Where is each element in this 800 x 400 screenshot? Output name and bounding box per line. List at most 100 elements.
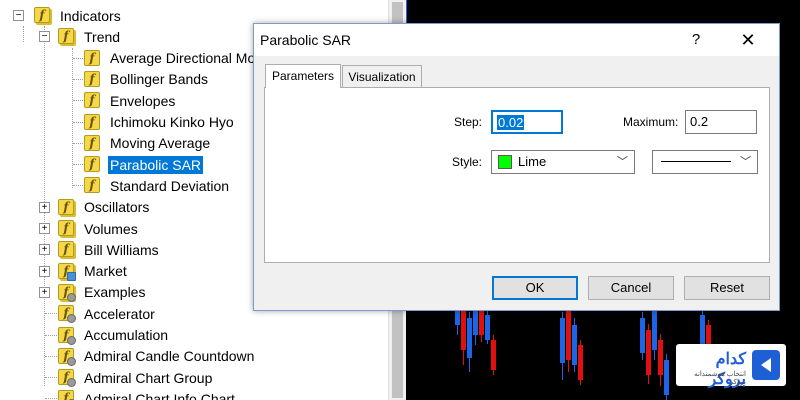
tab-parameters[interactable]: Parameters xyxy=(265,64,341,88)
help-button[interactable]: ? xyxy=(686,30,706,50)
function-icon: f xyxy=(84,113,100,130)
dialog-title: Parabolic SAR xyxy=(260,32,352,48)
tree-item-label: Bollinger Bands xyxy=(110,71,209,88)
tree-connector xyxy=(45,355,57,357)
style-color-select[interactable]: Lime ﹀ xyxy=(491,150,635,174)
candle-body xyxy=(640,318,645,353)
tree-item-custom-indicator[interactable]: f Admiral Chart Group xyxy=(0,367,388,388)
folder-function-icon: f xyxy=(58,241,74,258)
tree-item-label: Admiral Candle Countdown xyxy=(84,348,255,365)
maximum-input[interactable]: 0.2 xyxy=(685,110,757,134)
tree-item-label: Accelerator xyxy=(84,305,155,322)
function-icon: f xyxy=(58,390,76,400)
expand-icon[interactable]: + xyxy=(39,223,50,234)
tree-item-label: Admiral Chart Group xyxy=(84,369,213,386)
function-icon: f xyxy=(58,347,76,366)
candle-body xyxy=(560,318,565,363)
folder-function-icon: f xyxy=(58,283,76,302)
function-icon: f xyxy=(84,134,100,151)
tab-visualization[interactable]: Visualization xyxy=(342,65,422,87)
tree-connector xyxy=(73,142,83,144)
tree-item-label: Oscillators xyxy=(84,199,150,216)
tree-item-label: Market xyxy=(84,263,127,280)
screenshot: − f Indicators − f Trend f Average Directional … xyxy=(0,0,800,400)
tree-item-label: Trend xyxy=(84,28,121,45)
tree-connector xyxy=(73,185,83,187)
candle-body xyxy=(664,360,669,395)
overlay-badge-icon xyxy=(67,335,76,345)
cancel-button[interactable]: Cancel xyxy=(588,276,674,300)
tree-connector xyxy=(73,100,83,102)
function-icon: f xyxy=(84,177,100,194)
tree-item-custom-indicator[interactable]: f Admiral Chart Info Chart xyxy=(0,388,388,400)
candle-body xyxy=(572,325,577,365)
tree-item-custom-indicator[interactable]: f Admiral Candle Countdown xyxy=(0,346,388,367)
chevron-down-icon: ﹀ xyxy=(617,156,628,168)
dialog-titlebar[interactable]: Parabolic SAR ? ✕ xyxy=(254,24,779,56)
step-value: 0.02 xyxy=(497,115,525,130)
reset-button[interactable]: Reset xyxy=(684,276,770,300)
tree-connector xyxy=(73,164,83,166)
tree-item-label: Moving Average xyxy=(110,135,211,152)
overlay-badge-icon xyxy=(67,314,76,324)
collapse-icon[interactable]: − xyxy=(39,31,50,43)
tree-item-label: Admiral Chart Info Chart xyxy=(84,390,235,400)
color-swatch xyxy=(498,155,512,169)
tree-item-label: Standard Deviation xyxy=(110,177,230,194)
candle-body xyxy=(491,340,496,370)
candle-body xyxy=(485,315,490,340)
function-icon: f xyxy=(58,369,76,388)
candle-body xyxy=(467,318,472,358)
folder-function-icon: f xyxy=(58,262,76,281)
line-style-select[interactable]: ﹀ xyxy=(652,150,758,174)
tree-item-label: Volumes xyxy=(84,220,138,237)
tree-item-label: Examples xyxy=(84,284,146,301)
style-color-name: Lime xyxy=(518,154,547,169)
candle-body xyxy=(646,330,651,375)
tree-connector xyxy=(73,121,83,123)
expand-icon[interactable]: + xyxy=(39,201,50,213)
parameters-panel: Step: 0.02 Maximum: 0.2 Style: Lime ﹀ ﹀ xyxy=(264,87,770,263)
step-input[interactable]: 0.02 xyxy=(491,110,563,134)
tree-item-label: Parabolic SAR xyxy=(106,154,205,175)
collapse-icon[interactable]: − xyxy=(13,10,24,21)
function-icon: f xyxy=(84,92,100,109)
candle-body xyxy=(578,345,583,380)
overlay-badge-icon xyxy=(67,356,76,366)
tree-item-label: Indicators xyxy=(60,7,121,24)
logo-tagline: انتخاب هوشمندانه بروکر xyxy=(694,371,746,386)
tree-connector xyxy=(45,334,57,336)
function-icon: f xyxy=(84,156,100,173)
candle-body xyxy=(700,315,705,345)
function-icon: f xyxy=(84,49,100,66)
function-icon: f xyxy=(84,70,100,87)
line-style-sample xyxy=(661,161,731,162)
folder-function-icon: f xyxy=(58,28,74,45)
tree-item-label: Envelopes xyxy=(110,92,176,109)
overlay-badge-icon xyxy=(67,292,76,302)
ok-button[interactable]: OK xyxy=(492,276,578,300)
tree-connector xyxy=(73,57,83,59)
tree-connector xyxy=(73,78,83,80)
tree-item-label: Accumulation xyxy=(84,327,169,343)
chevron-down-icon: ﹀ xyxy=(740,156,751,168)
folder-function-icon: f xyxy=(34,7,50,23)
tree-connector xyxy=(45,398,57,400)
tree-item-custom-indicator[interactable]: f Accumulation xyxy=(0,325,388,346)
watermark-logo: کدام بروکر انتخاب هوشمندانه بروکر xyxy=(676,344,786,388)
candle-body xyxy=(658,340,663,375)
overlay-badge-icon xyxy=(67,378,76,388)
expand-icon[interactable]: + xyxy=(39,286,50,298)
tree-connector xyxy=(45,313,57,315)
tree-item-label: Ichimoku Kinko Hyo xyxy=(110,114,234,130)
tree-item-label: Average Directional Mo xyxy=(110,50,256,67)
overlay-badge-icon xyxy=(67,271,76,281)
close-icon[interactable]: ✕ xyxy=(736,29,760,51)
step-label: Step: xyxy=(454,115,483,129)
style-label: Style: xyxy=(452,155,483,169)
expand-icon[interactable]: + xyxy=(39,244,50,256)
expand-icon[interactable]: + xyxy=(39,265,50,277)
parabolic-sar-dialog: Parabolic SAR ? ✕ Parameters Visualizati… xyxy=(253,23,780,311)
tree-connector xyxy=(45,377,57,379)
folder-function-icon: f xyxy=(58,198,74,215)
